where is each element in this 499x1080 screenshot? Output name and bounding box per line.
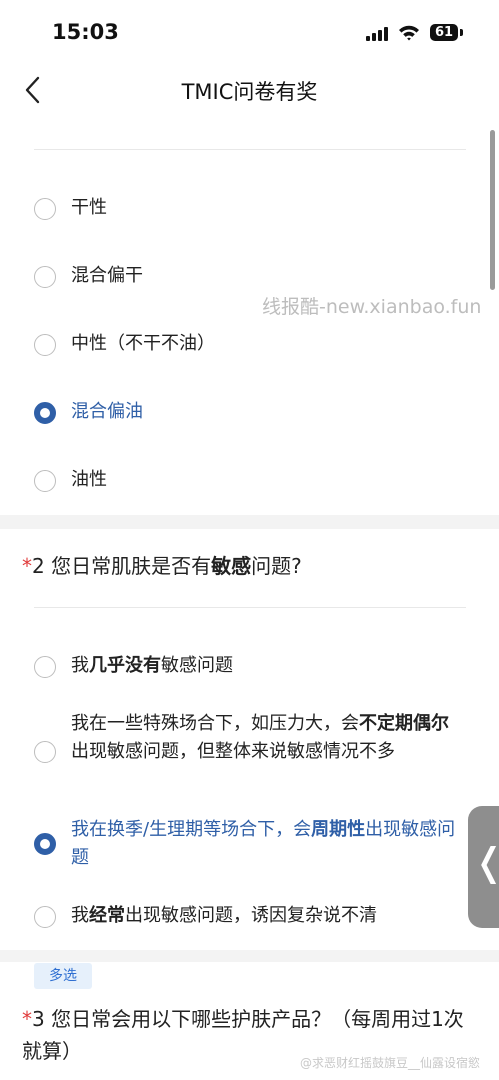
question-text: 问题? xyxy=(251,554,302,578)
question-text-bold: 敏感 xyxy=(211,554,252,578)
q2-option-periodic[interactable]: 我在换季/生理期等场合下，会周期性出现敏感问题 xyxy=(0,816,480,872)
cellular-signal-icon xyxy=(366,27,388,41)
radio-button[interactable] xyxy=(34,470,56,492)
required-mark: * xyxy=(22,554,32,578)
radio-button[interactable] xyxy=(34,656,56,678)
battery-tip xyxy=(460,29,463,36)
section-separator xyxy=(0,950,499,962)
scrollbar[interactable] xyxy=(490,130,495,290)
required-mark: * xyxy=(22,1007,32,1031)
divider xyxy=(34,149,466,150)
q1-option-dry[interactable]: 干性 xyxy=(0,194,480,224)
nav-bar: TMIC问卷有奖 xyxy=(0,66,499,114)
floating-side-tab[interactable]: ❬ xyxy=(468,806,499,928)
option-label: 混合偏干 xyxy=(71,265,143,286)
option-label: 油性 xyxy=(71,469,107,490)
radio-button[interactable] xyxy=(34,266,56,288)
question-text: 2 您日常肌肤是否有 xyxy=(32,554,212,578)
radio-button-checked[interactable] xyxy=(34,402,56,424)
radio-button[interactable] xyxy=(34,741,56,763)
q1-option-oily[interactable]: 油性 xyxy=(0,466,480,496)
option-label: 我经常出现敏感问题，诱因复杂说不清 xyxy=(71,905,377,926)
watermark-text: 线报酷-new.xianbao.fun xyxy=(262,296,482,318)
question-2-title: *2 您日常肌肤是否有敏感问题? xyxy=(22,550,472,582)
q1-option-neutral[interactable]: 中性（不干不油） xyxy=(0,330,480,360)
chevron-left-icon: ❬ xyxy=(473,840,499,884)
status-bar: 15:03 61 xyxy=(0,0,499,66)
multi-select-badge: 多选 xyxy=(34,963,92,989)
option-label: 干性 xyxy=(71,197,107,218)
page-title: TMIC问卷有奖 xyxy=(181,80,318,104)
radio-button[interactable] xyxy=(34,334,56,356)
option-label: 我几乎没有敏感问题 xyxy=(71,655,233,676)
radio-button[interactable] xyxy=(34,906,56,928)
q2-option-occasional[interactable]: 我在一些特殊场合下，如压力大，会不定期偶尔出现敏感问题，但整体来说敏感情况不多 xyxy=(0,710,480,794)
radio-button[interactable] xyxy=(34,198,56,220)
option-label: 中性（不干不油） xyxy=(71,333,215,354)
section-separator xyxy=(0,515,499,529)
q2-option-often[interactable]: 我经常出现敏感问题，诱因复杂说不清 xyxy=(0,902,480,932)
q1-option-combination-oily[interactable]: 混合偏油 xyxy=(0,398,480,428)
option-label: 我在一些特殊场合下，如压力大，会不定期偶尔出现敏感问题，但整体来说敏感情况不多 xyxy=(71,713,449,762)
divider xyxy=(34,607,466,608)
q1-option-combination-dry[interactable]: 混合偏干 xyxy=(0,262,480,292)
bottom-watermark: @求恶财红摇鼓旗豆__仙露设宿慾 xyxy=(300,1056,481,1070)
wifi-icon xyxy=(399,25,419,41)
q2-option-almost-never[interactable]: 我几乎没有敏感问题 xyxy=(0,652,480,682)
option-label: 我在换季/生理期等场合下，会周期性出现敏感问题 xyxy=(71,819,456,868)
option-label: 混合偏油 xyxy=(71,401,143,422)
status-time: 15:03 xyxy=(52,20,119,44)
battery-icon: 61 xyxy=(430,24,458,41)
radio-button-checked[interactable] xyxy=(34,833,56,855)
